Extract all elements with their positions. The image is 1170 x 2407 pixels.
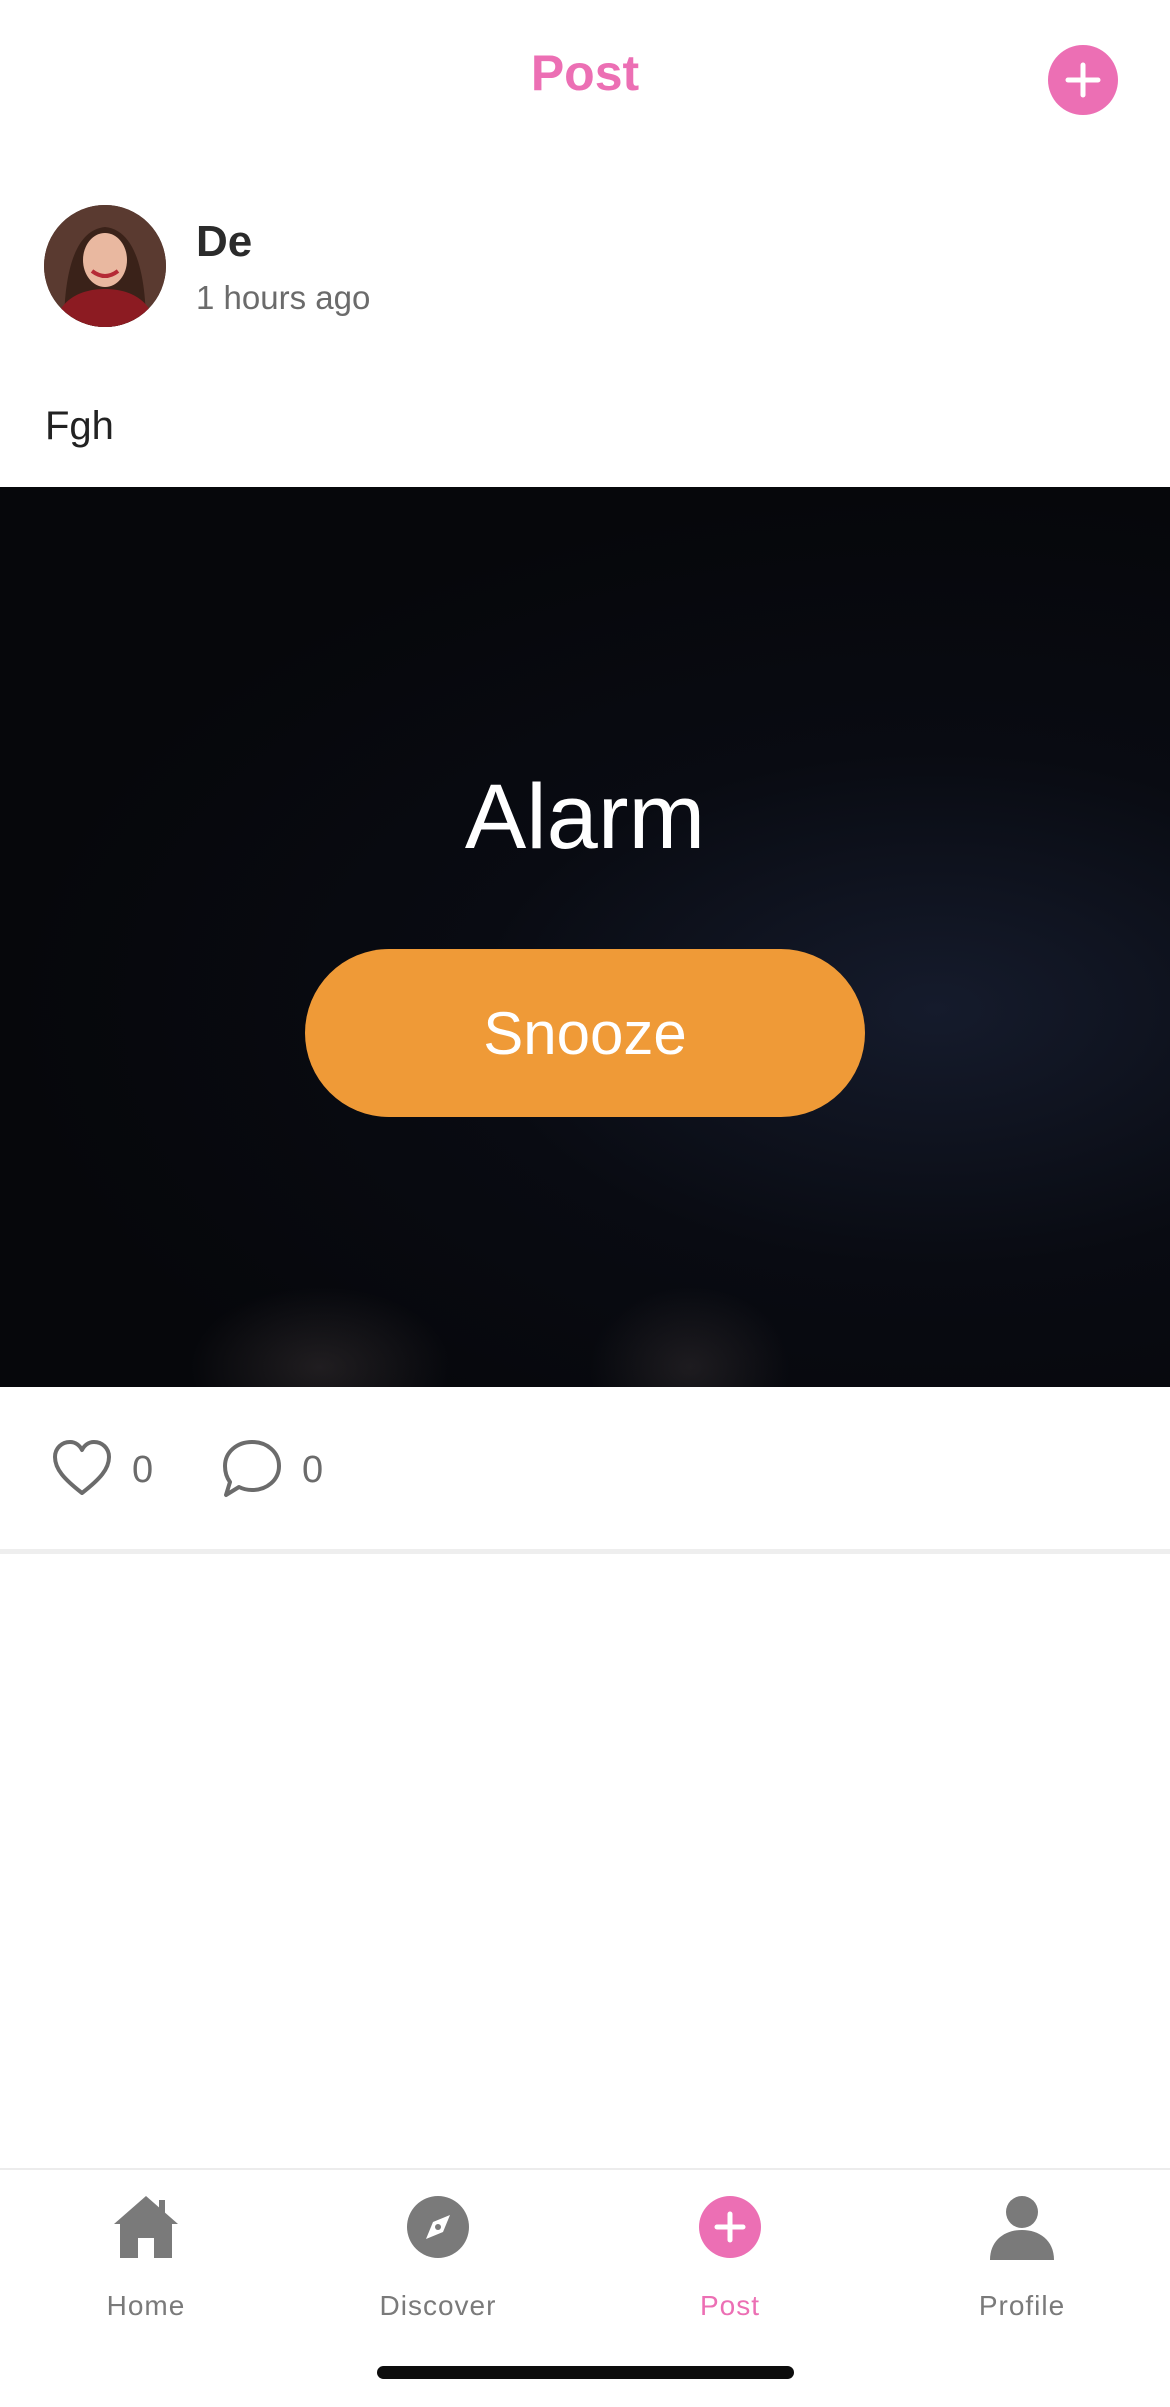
home-indicator	[377, 2366, 794, 2379]
person-icon	[990, 2196, 1054, 2260]
comment-bubble-icon	[223, 1440, 281, 1497]
compass-icon	[407, 2196, 469, 2258]
top-bar: Post	[0, 0, 1170, 160]
post-text: Fgh	[45, 404, 114, 448]
tab-discover[interactable]: Discover	[292, 2170, 584, 2340]
plus-circle-icon	[699, 2196, 761, 2258]
post-author: De 1 hours ago	[44, 205, 1124, 329]
tab-post[interactable]: Post	[584, 2170, 876, 2340]
avatar[interactable]	[44, 205, 166, 327]
divider	[0, 1549, 1170, 1554]
post-actions: 0 0	[0, 1387, 1170, 1549]
author-name[interactable]: De	[196, 217, 252, 267]
home-icon	[114, 2196, 178, 2258]
image-bokeh	[190, 1287, 450, 1387]
add-post-button[interactable]	[1048, 45, 1118, 115]
like-button[interactable]: 0	[50, 1437, 170, 1501]
post-image[interactable]: Alarm Snooze	[0, 487, 1170, 1387]
comment-count: 0	[302, 1449, 324, 1491]
alarm-title: Alarm	[464, 766, 706, 868]
page-title: Post	[530, 45, 640, 101]
avatar-photo	[44, 205, 166, 327]
post-timestamp: 1 hours ago	[196, 279, 371, 316]
tab-label: Profile	[978, 2290, 1066, 2321]
tab-home[interactable]: Home	[0, 2170, 292, 2340]
comment-button[interactable]: 0	[220, 1437, 340, 1501]
tab-label: Home	[106, 2290, 186, 2321]
like-count: 0	[132, 1449, 154, 1491]
tab-label: Post	[699, 2290, 761, 2321]
heart-icon	[53, 1440, 111, 1495]
tab-profile[interactable]: Profile	[876, 2170, 1168, 2340]
tab-label: Discover	[379, 2290, 497, 2321]
snooze-button: Snooze	[305, 949, 865, 1117]
image-bokeh	[590, 1287, 790, 1387]
plus-icon	[1065, 62, 1101, 98]
